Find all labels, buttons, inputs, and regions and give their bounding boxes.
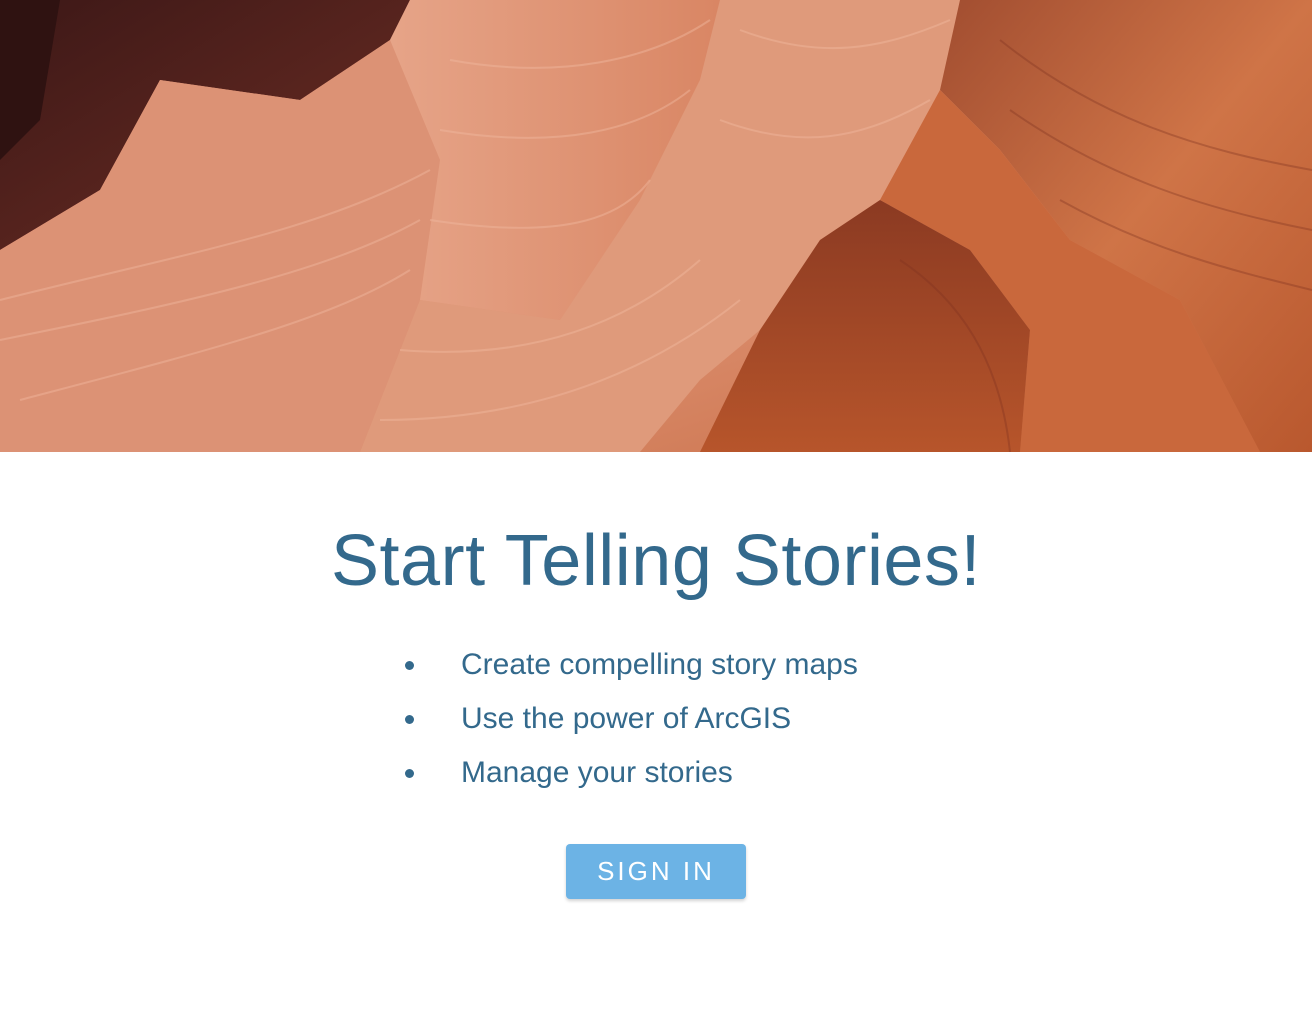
list-item: Use the power of ArcGIS <box>402 696 858 750</box>
feature-text: Create compelling story maps <box>461 648 858 681</box>
canyon-photo <box>0 0 1312 452</box>
feature-text: Use the power of ArcGIS <box>461 702 792 735</box>
bullet-icon <box>405 769 414 778</box>
bullet-icon <box>405 661 414 670</box>
feature-text: Manage your stories <box>461 756 733 789</box>
feature-list: Create compelling story maps Use the pow… <box>402 642 858 804</box>
list-item: Manage your stories <box>402 750 858 804</box>
list-item: Create compelling story maps <box>402 642 858 696</box>
page-title: Start Telling Stories! <box>331 521 981 601</box>
main-content: Start Telling Stories! Create compelling… <box>0 452 1312 1020</box>
hero-image <box>0 0 1312 452</box>
sign-in-button[interactable]: SIGN IN <box>566 844 746 899</box>
bullet-icon <box>405 715 414 724</box>
